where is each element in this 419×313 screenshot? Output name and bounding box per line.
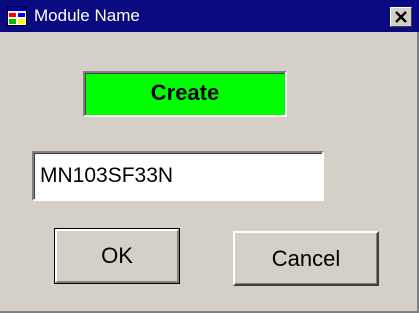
window-title: Module Name [34,6,140,25]
application-icon [7,6,27,26]
close-button[interactable] [390,7,412,27]
mode-indicator: Create [83,71,287,117]
title-bar[interactable]: Module Name [0,0,419,32]
close-icon [395,11,407,23]
ok-button[interactable]: OK [54,228,180,284]
module-name-input[interactable] [32,151,324,201]
module-name-dialog: Module Name Create OK Cancel [0,0,419,313]
cancel-button[interactable]: Cancel [233,231,379,286]
ok-button-label: OK [55,229,179,283]
